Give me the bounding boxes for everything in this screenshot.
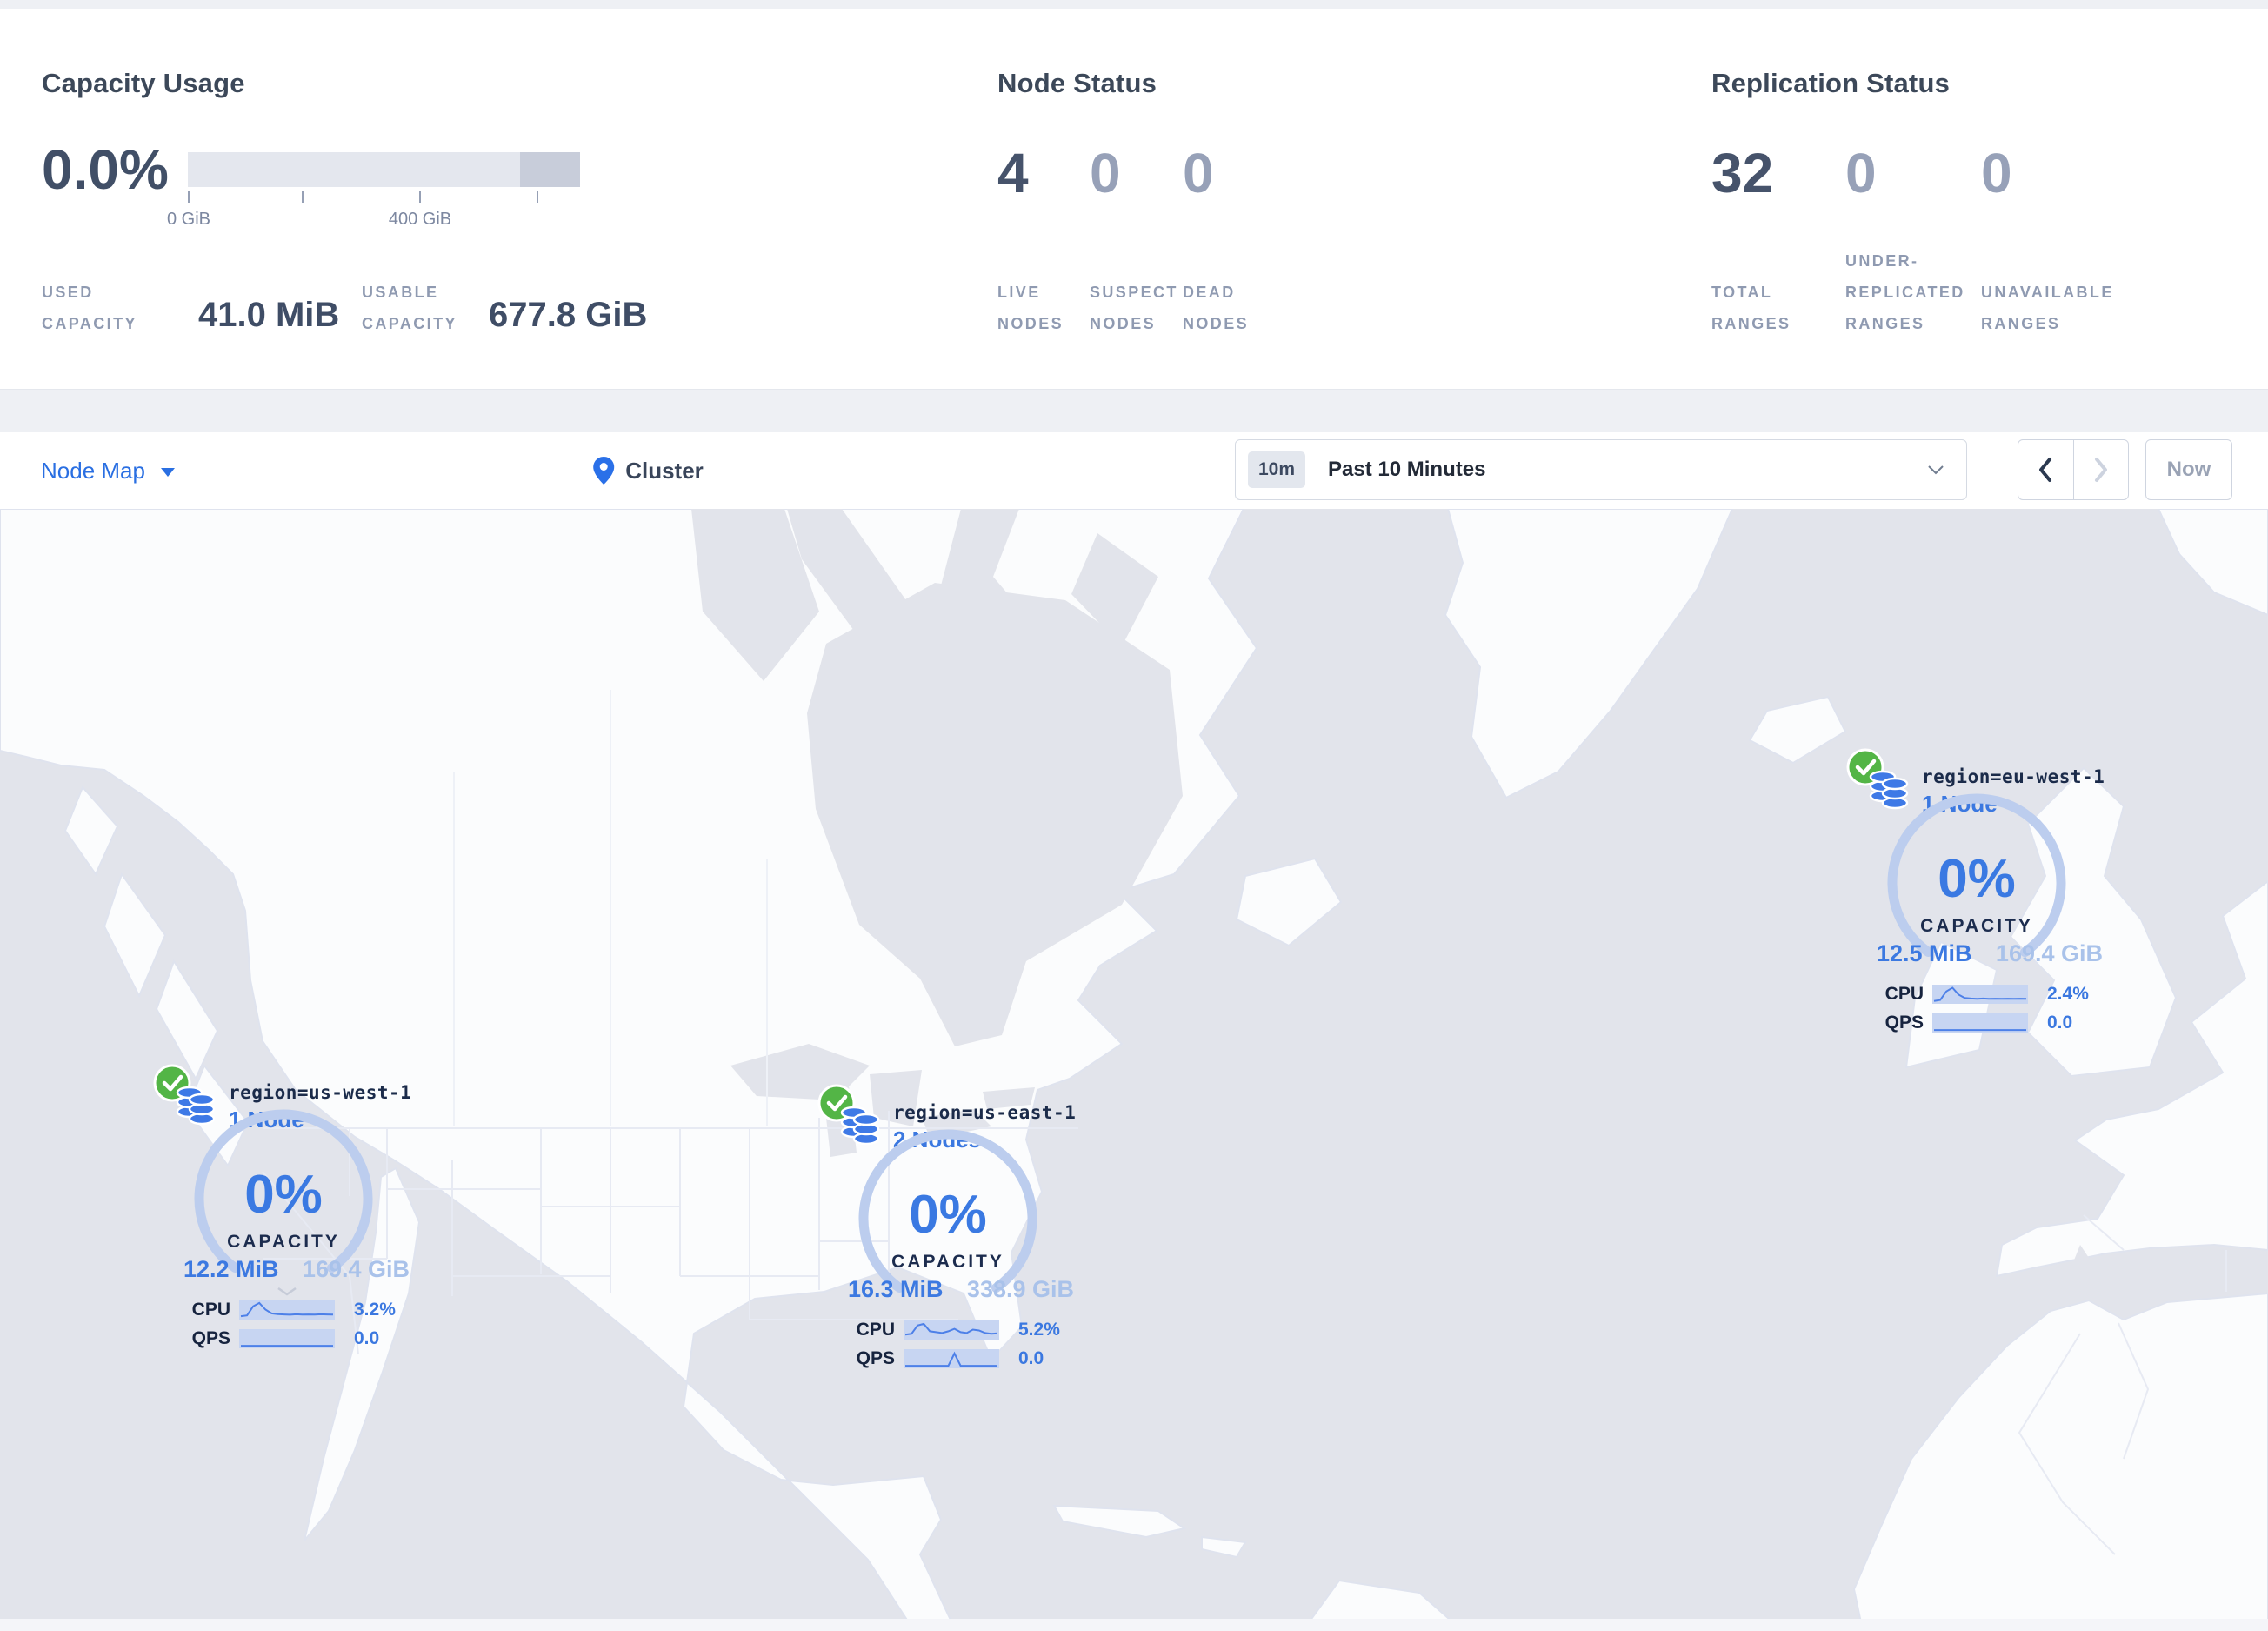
usable-capacity-label: USABLE CAPACITY bbox=[362, 284, 457, 332]
axis-tick-label: 0 GiB bbox=[166, 210, 211, 229]
qps-sparkline bbox=[904, 1347, 999, 1370]
map-footer-strip bbox=[0, 1619, 2268, 1631]
breadcrumb[interactable]: Cluster bbox=[592, 432, 704, 509]
qps-metric-row: QPS 0.0 bbox=[1870, 1011, 2110, 1035]
qps-label: QPS bbox=[856, 1348, 895, 1368]
breadcrumb-label: Cluster bbox=[625, 457, 704, 484]
cpu-metric-row: CPU 3.2% bbox=[177, 1298, 417, 1322]
total-ranges-count: 32 bbox=[1711, 142, 1774, 204]
chevron-down-icon bbox=[1928, 465, 1944, 475]
chevron-right-icon bbox=[2094, 458, 2107, 482]
view-selector-dropdown[interactable]: Node Map bbox=[41, 432, 175, 509]
region-label: region=us-west-1 bbox=[229, 1082, 412, 1103]
capacity-gauge-label: CAPACITY bbox=[1920, 916, 2033, 936]
time-window-badge: 10m bbox=[1248, 451, 1306, 488]
expand-chevron-icon[interactable] bbox=[277, 1287, 297, 1296]
live-nodes-label: LIVE NODES bbox=[997, 284, 1064, 332]
capacity-gauge-percent: 0% bbox=[244, 1165, 323, 1225]
node-map-page: Capacity Usage 0.0% 0 GiB 400 GiB USED C… bbox=[0, 0, 2268, 1631]
qps-sparkline bbox=[239, 1327, 335, 1350]
dead-nodes-label: DEAD NODES bbox=[1183, 284, 1250, 332]
region-marker-us-west-1[interactable]: region=us-west-1 1 Node 0% CAPACITY 12.2… bbox=[152, 1063, 422, 1363]
next-time-button[interactable] bbox=[2074, 440, 2129, 499]
capacity-gauge-label: CAPACITY bbox=[891, 1252, 1004, 1272]
under-replicated-count: 0 bbox=[1845, 142, 1877, 204]
prev-time-button[interactable] bbox=[2018, 440, 2074, 499]
time-window-label: Past 10 Minutes bbox=[1328, 458, 1486, 481]
cpu-label: CPU bbox=[1884, 984, 1924, 1004]
cluster-summary-bar: Capacity Usage 0.0% 0 GiB 400 GiB USED C… bbox=[0, 9, 2268, 390]
cpu-value: 2.4% bbox=[2047, 984, 2089, 1004]
region-marker-us-east-1[interactable]: region=us-east-1 2 Nodes 0% CAPACITY 16.… bbox=[817, 1083, 1086, 1383]
qps-value: 0.0 bbox=[354, 1328, 380, 1348]
used-capacity: 12.2 MiB bbox=[183, 1256, 279, 1282]
cpu-label: CPU bbox=[191, 1300, 230, 1320]
total-capacity: 338.9 GiB bbox=[966, 1276, 1074, 1302]
region-marker-eu-west-1[interactable]: region=eu-west-1 1 Node 0% CAPACITY 12.5… bbox=[1845, 747, 2115, 1047]
capacity-values: 12.2 MiB 169.4 GiB bbox=[183, 1256, 410, 1283]
total-capacity: 169.4 GiB bbox=[302, 1256, 410, 1282]
suspect-nodes-count: 0 bbox=[1090, 142, 1121, 204]
cpu-sparkline bbox=[239, 1299, 335, 1321]
cpu-metric-row: CPU 5.2% bbox=[841, 1318, 1081, 1342]
unavailable-count: 0 bbox=[1981, 142, 2012, 204]
used-capacity: 12.5 MiB bbox=[1877, 940, 1972, 966]
replication-status-title: Replication Status bbox=[1711, 67, 1951, 98]
dead-nodes-count: 0 bbox=[1183, 142, 1214, 204]
capacity-gauge-percent: 0% bbox=[1938, 849, 2016, 909]
view-selector-label: Node Map bbox=[41, 457, 145, 484]
qps-label: QPS bbox=[191, 1328, 230, 1348]
used-capacity: 16.3 MiB bbox=[848, 1276, 944, 1302]
cpu-value: 5.2% bbox=[1018, 1320, 1060, 1340]
used-capacity-value: 41.0 MiB bbox=[198, 296, 340, 334]
capacity-gauge-label: CAPACITY bbox=[227, 1232, 340, 1252]
cpu-metric-row: CPU 2.4% bbox=[1870, 982, 2110, 1006]
chevron-down-icon bbox=[160, 467, 175, 477]
map-toolbar: Node Map Cluster 10m Past 10 Minutes Now bbox=[0, 432, 2268, 509]
capacity-percent: 0.0% bbox=[42, 138, 169, 201]
cpu-value: 3.2% bbox=[354, 1300, 396, 1320]
total-capacity: 169.4 GiB bbox=[1995, 940, 2103, 966]
capacity-usage-title: Capacity Usage bbox=[42, 67, 245, 98]
region-label: region=eu-west-1 bbox=[1922, 766, 2105, 787]
qps-sparkline bbox=[1932, 1012, 2028, 1034]
unavailable-label: UNAVAILABLE RANGES bbox=[1981, 284, 2114, 332]
cpu-label: CPU bbox=[856, 1320, 895, 1340]
used-capacity-label: USED CAPACITY bbox=[42, 284, 137, 332]
qps-metric-row: QPS 0.0 bbox=[177, 1327, 417, 1351]
now-button[interactable]: Now bbox=[2145, 439, 2232, 500]
node-status-title: Node Status bbox=[997, 67, 1157, 98]
region-label: region=us-east-1 bbox=[893, 1102, 1077, 1123]
qps-metric-row: QPS 0.0 bbox=[841, 1347, 1081, 1371]
total-ranges-label: TOTAL RANGES bbox=[1711, 284, 1791, 332]
capacity-values: 16.3 MiB 338.9 GiB bbox=[848, 1276, 1074, 1303]
time-pager bbox=[2018, 439, 2129, 500]
capacity-bar-reserved-segment bbox=[520, 152, 580, 187]
live-nodes-count: 4 bbox=[997, 142, 1029, 204]
map-pin-icon bbox=[593, 457, 615, 485]
cpu-sparkline bbox=[904, 1319, 999, 1341]
chevron-left-icon bbox=[2039, 458, 2052, 482]
qps-value: 0.0 bbox=[1018, 1348, 1044, 1368]
qps-value: 0.0 bbox=[2047, 1013, 2073, 1033]
suspect-nodes-label: SUSPECT NODES bbox=[1090, 284, 1178, 332]
capacity-gauge-percent: 0% bbox=[909, 1185, 987, 1245]
axis-tick-label: 400 GiB bbox=[388, 210, 452, 229]
cpu-sparkline bbox=[1932, 983, 2028, 1006]
capacity-axis: 0 GiB 400 GiB bbox=[167, 191, 580, 243]
time-window-dropdown[interactable]: 10m Past 10 Minutes bbox=[1235, 439, 1967, 500]
node-map: region=us-west-1 1 Node 0% CAPACITY 12.2… bbox=[0, 509, 2268, 1631]
qps-label: QPS bbox=[1884, 1013, 1924, 1033]
under-replicated-label: UNDER-REPLICATED RANGES bbox=[1845, 252, 1965, 332]
usable-capacity-value: 677.8 GiB bbox=[489, 296, 648, 334]
capacity-bar bbox=[188, 152, 580, 187]
capacity-values: 12.5 MiB 169.4 GiB bbox=[1877, 940, 2103, 967]
